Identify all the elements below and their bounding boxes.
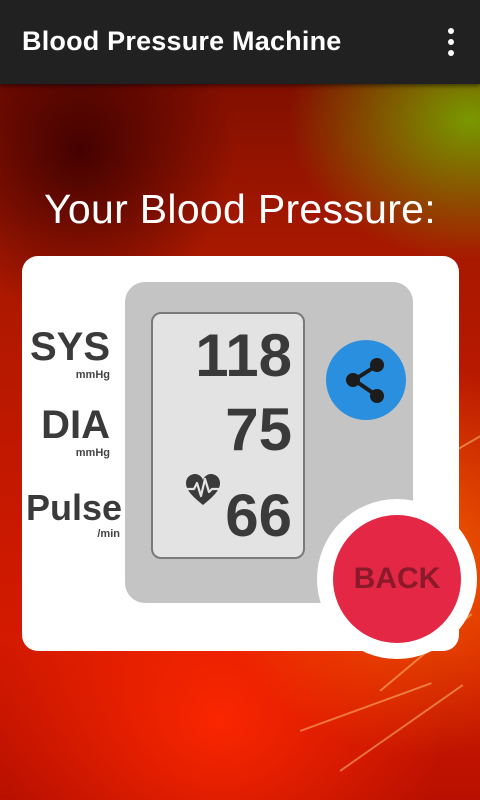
dia-value: 75	[225, 396, 292, 463]
share-button[interactable]	[326, 340, 406, 420]
sys-label-group: SYS mmHg	[30, 327, 110, 381]
pulse-unit: /min	[97, 528, 120, 540]
share-icon	[346, 358, 384, 403]
dia-label: DIA	[41, 403, 110, 447]
overflow-menu-icon[interactable]	[436, 26, 466, 58]
app-title: Blood Pressure Machine	[22, 26, 342, 56]
pulse-label-group: Pulse /min	[26, 487, 123, 541]
sys-label: SYS	[30, 325, 111, 369]
pulse-label: Pulse	[26, 487, 123, 528]
back-button[interactable]: BACK	[333, 515, 461, 643]
sys-value: 118	[195, 322, 292, 389]
dia-label-group: DIA mmHg	[30, 405, 110, 459]
page-heading: Your Blood Pressure:	[44, 186, 436, 232]
pulse-value: 66	[225, 482, 292, 549]
sys-unit: mmHg	[75, 369, 110, 381]
dia-unit: mmHg	[75, 447, 110, 459]
app-bar: Blood Pressure Machine	[0, 0, 480, 84]
heart-rate-icon	[184, 474, 222, 505]
